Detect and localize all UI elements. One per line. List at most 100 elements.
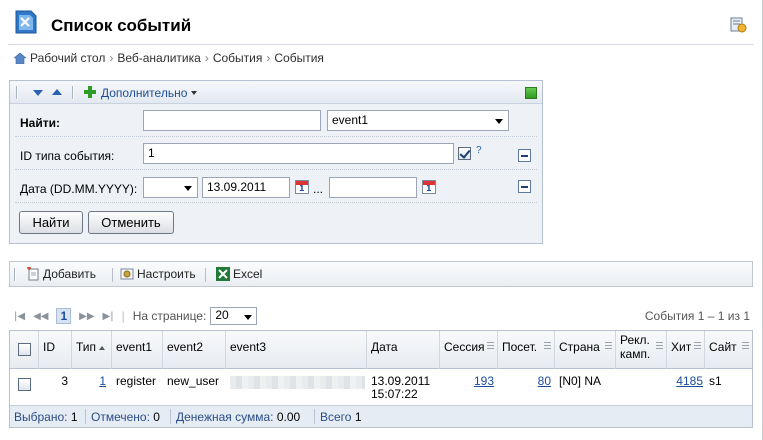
event-type-input[interactable]: 1 [143,143,454,164]
toolbar-grip[interactable] [14,268,16,281]
per-page-select[interactable]: 20 [210,307,258,325]
excel-icon [216,267,230,281]
toolbar-separator [72,86,74,99]
window-frame: Список событий Рабочий стол › Веб-аналит… [0,0,763,440]
column-menu-icon[interactable] [487,342,494,349]
column-header-hit[interactable]: Хит [667,331,705,369]
date-to-input[interactable] [329,177,417,198]
plus-icon[interactable] [84,86,96,98]
filter-row-event-type: ID типа события: 1 [15,137,537,170]
footer-separator [85,409,86,424]
column-menu-icon[interactable] [656,342,663,349]
breadcrumb-item-webanalytics[interactable]: Веб-аналитика [117,51,200,65]
breadcrumb-item-desktop[interactable]: Рабочий стол [30,51,105,65]
cell-hit: 4185 [667,369,705,405]
column-header-site[interactable]: Сайт [705,331,752,369]
filter-toggle-icon[interactable] [525,87,537,99]
event-type-label: ID типа события: [20,149,115,163]
per-page-label: На странице: [132,309,207,323]
filter-row-find: Найти: event1 [15,105,537,137]
home-icon[interactable] [14,52,26,64]
settings-button[interactable]: Настроить [120,267,196,281]
cell-campaign [616,369,667,405]
redacted-value [230,376,365,389]
toolbar-grip[interactable] [16,86,18,99]
hit-link[interactable]: 4185 [676,374,703,388]
filter-panel: Дополнительно Найти: event1 ID типа собы… [9,80,543,244]
first-page-icon[interactable]: |◀ [14,311,25,322]
cell-guest: 80 [498,369,555,405]
breadcrumb-separator: › [204,51,209,65]
remove-date-filter-button[interactable] [518,180,531,193]
footer-total: Всего 1 [320,410,362,424]
column-header-event2[interactable]: event2 [163,331,226,369]
settings-label: Настроить [137,267,196,281]
guest-link[interactable]: 80 [538,374,551,388]
column-header-guest[interactable]: Посет. [498,331,555,369]
bookmark-icon[interactable] [730,17,747,33]
session-link[interactable]: 193 [474,374,494,388]
sort-asc-icon [99,345,106,350]
collapse-icon[interactable] [33,90,43,96]
footer-checked-value: 0 [153,410,160,424]
header-divider [8,44,754,45]
last-page-icon[interactable]: ▶| [103,311,114,322]
column-header-date[interactable]: Дата [367,331,440,369]
column-menu-icon[interactable] [694,342,701,349]
column-menu-icon[interactable] [544,342,551,349]
event-type-exact-checkbox[interactable] [458,147,471,160]
current-page[interactable]: 1 [56,308,72,324]
remove-event-type-filter-button[interactable] [518,149,531,162]
breadcrumb: Рабочий стол › Веб-аналитика › События ›… [14,51,324,65]
find-input[interactable] [143,110,321,131]
chevron-down-icon [495,119,503,124]
next-page-icon[interactable]: ▶▶ [79,311,94,322]
row-select-cell [10,369,39,405]
cell-session: 193 [440,369,498,405]
calendar-icon[interactable] [422,180,436,194]
date-from-input[interactable]: 13.09.2011 [202,177,290,198]
page-title: Список событий [51,16,192,35]
column-header-event1[interactable]: event1 [112,331,163,369]
excel-button[interactable]: Excel [216,267,262,281]
prev-page-icon[interactable]: ◀◀ [33,311,48,322]
date-label: Дата (DD.MM.YYYY): [20,182,138,196]
pager: |◀ ◀◀ 1 ▶▶ ▶| | На странице: 20 [14,307,258,325]
column-header-event3[interactable]: event3 [226,331,367,369]
cancel-button[interactable]: Отменить [88,211,174,234]
find-field-value: event1 [332,113,369,127]
find-label: Найти: [20,116,60,130]
column-header-campaign[interactable]: Рекл. камп. [616,331,667,369]
cell-id: 3 [61,374,68,388]
find-field-select[interactable]: event1 [327,110,509,131]
more-filters-button[interactable]: Дополнительно [101,86,198,100]
column-header-session[interactable]: Сессия [440,331,498,369]
column-header-country[interactable]: Страна [555,331,616,369]
table-row[interactable]: 3 1 register new_user 13.09.2011 15:07:2… [10,369,752,405]
column-menu-icon[interactable] [605,342,612,349]
column-header-id[interactable]: ID [39,331,72,369]
footer-selected-value: 1 [70,410,78,424]
add-label: Добавить [43,267,97,281]
chevron-down-icon [244,315,253,320]
date-mode-select[interactable] [143,177,198,198]
help-link[interactable]: ? [476,145,482,156]
footer-total-value: 1 [354,410,362,424]
add-button[interactable]: Добавить [26,267,96,281]
column-menu-icon[interactable] [742,342,749,349]
footer-money-value: 0.00 [276,410,301,424]
type-link[interactable]: 1 [99,374,106,388]
calendar-icon[interactable] [295,180,309,194]
records-counter: События 1 – 1 из 1 [644,309,750,323]
action-toolbar: Добавить Настроить Excel [9,261,753,287]
breadcrumb-item-events[interactable]: События [213,51,263,65]
select-all-checkbox[interactable] [18,343,31,356]
cell-event2: new_user [167,374,220,388]
app-logo-icon [15,10,37,34]
row-checkbox[interactable] [18,378,31,391]
expand-icon[interactable] [52,89,62,95]
select-all-cell [10,331,39,369]
cell-type: 1 [72,369,112,405]
find-button[interactable]: Найти [19,211,83,234]
column-header-type[interactable]: Тип [72,331,112,369]
